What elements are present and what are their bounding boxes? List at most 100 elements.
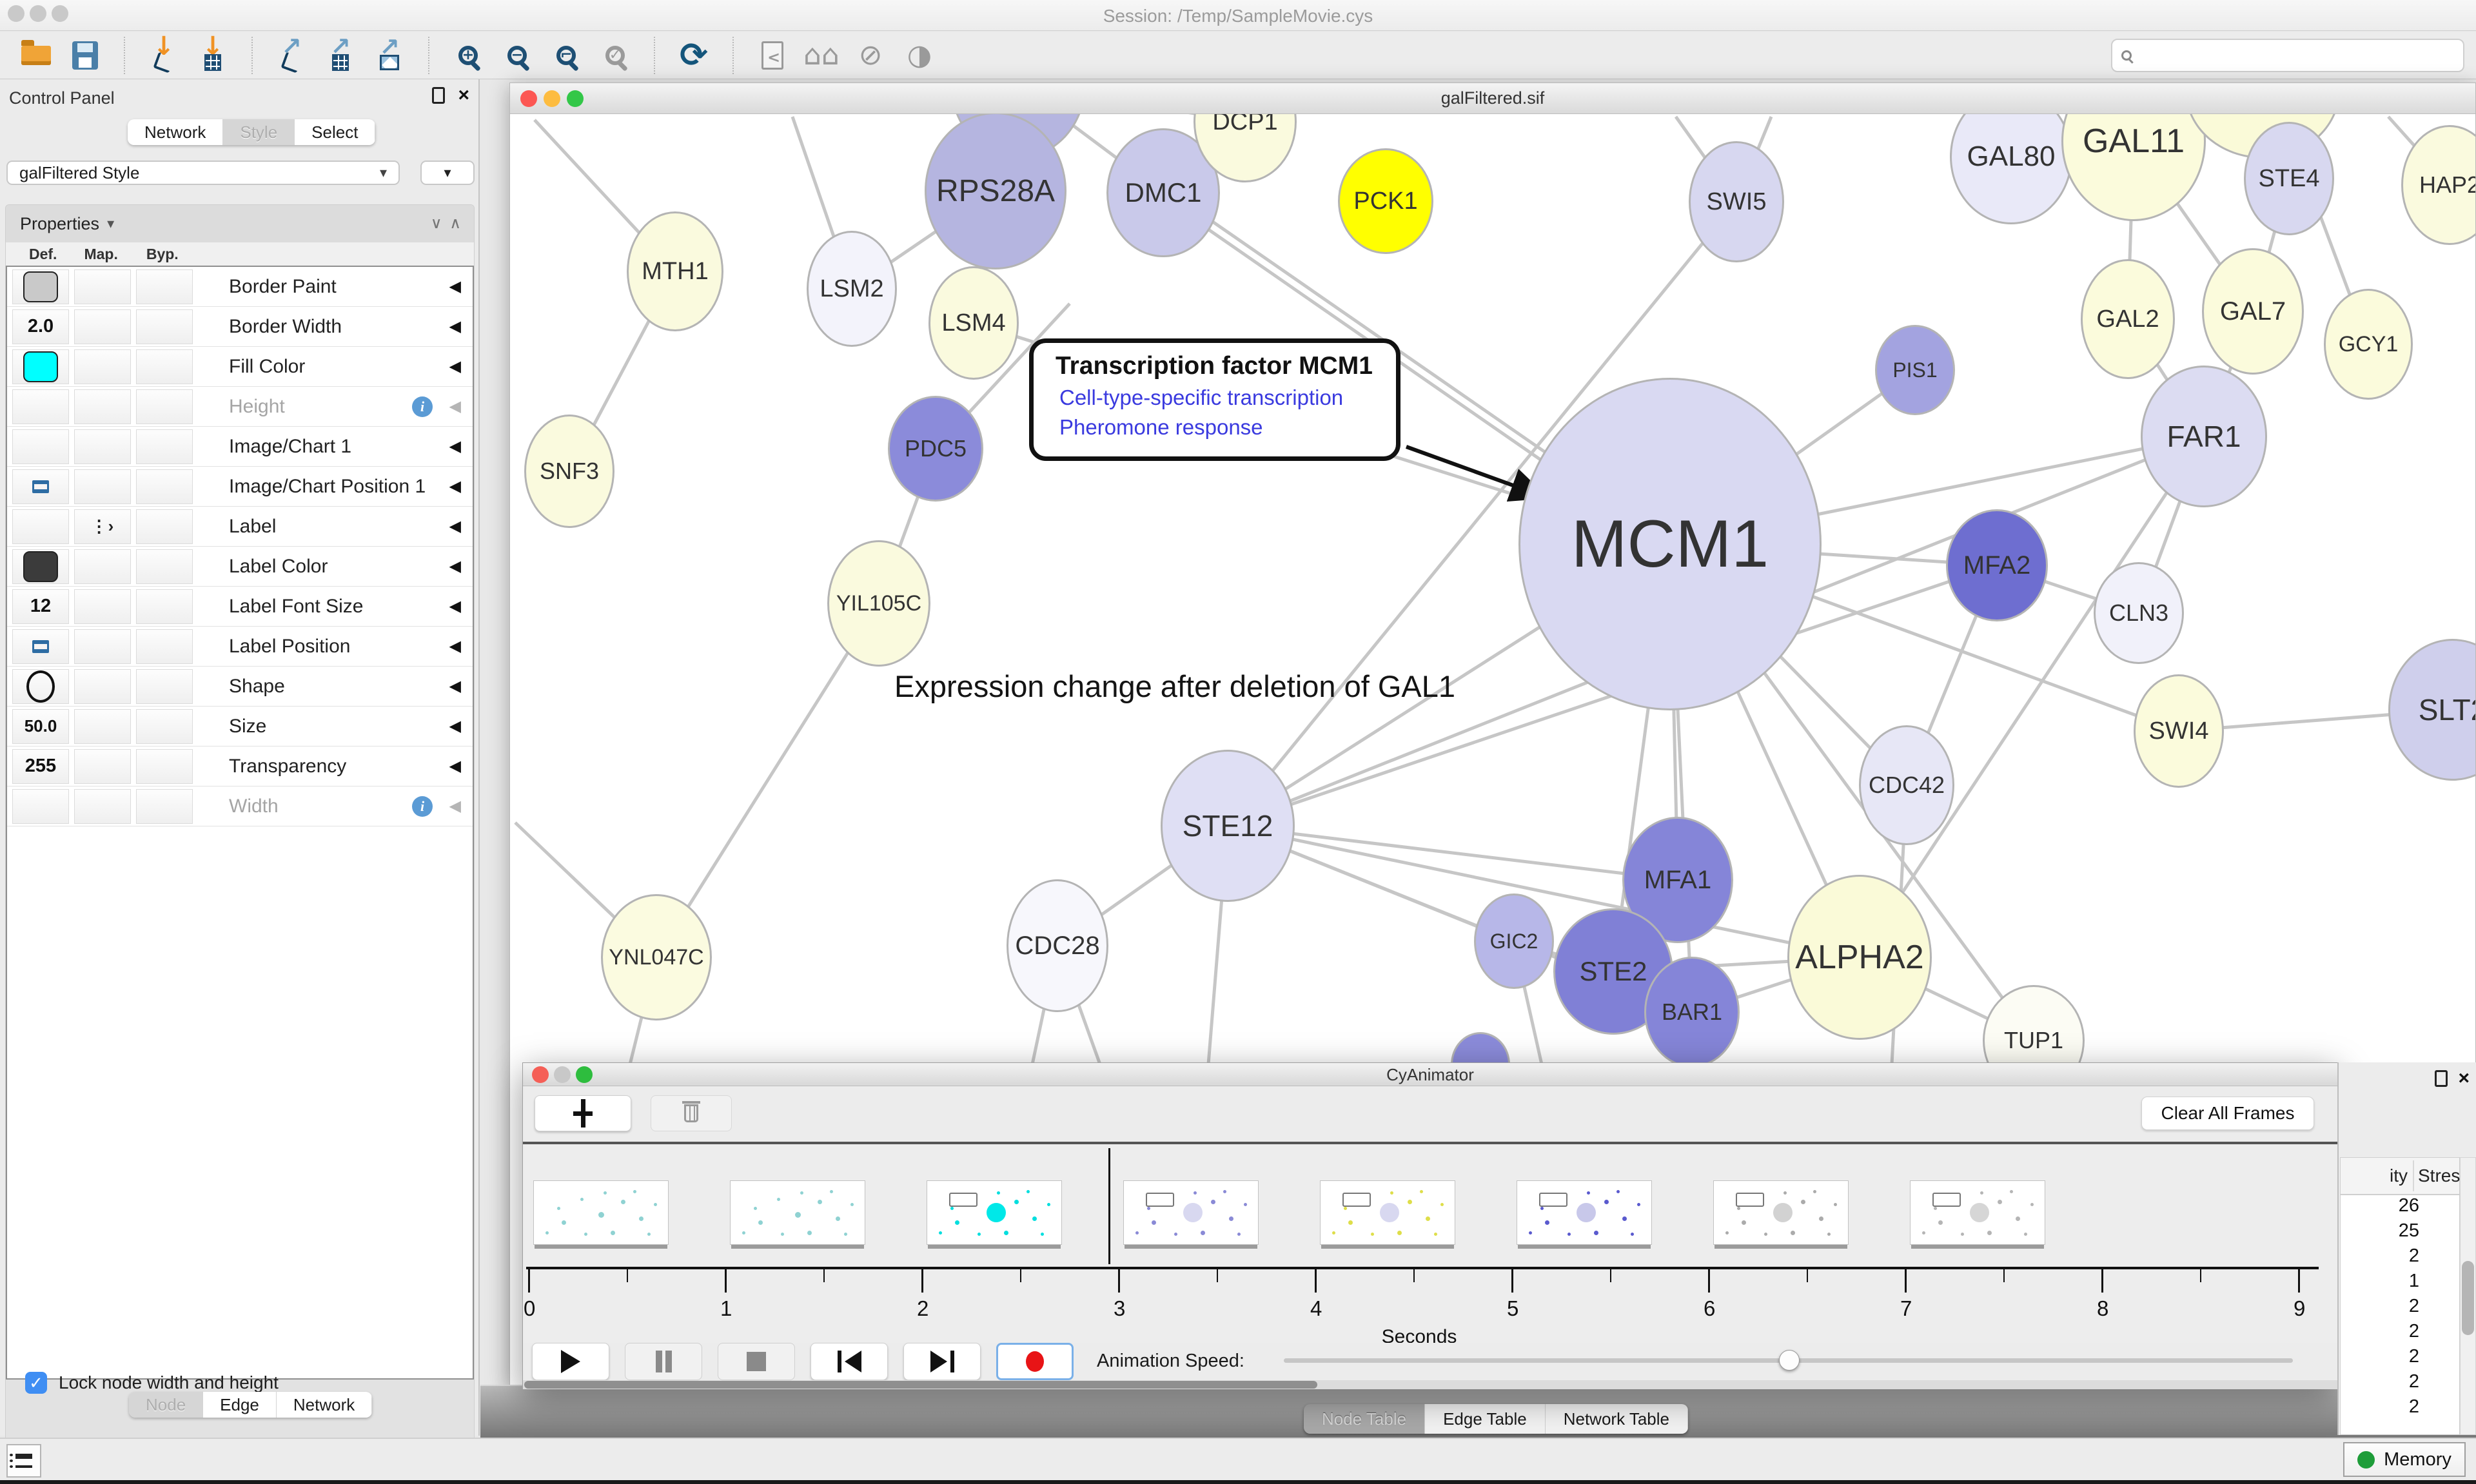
cell-map[interactable] (74, 549, 131, 584)
property-row[interactable]: Shape◀ (7, 667, 473, 707)
style-options-button[interactable]: ▾ (420, 161, 475, 185)
skip-to-start-button[interactable] (811, 1343, 888, 1380)
property-row[interactable]: 12Label Font Size◀ (7, 587, 473, 627)
node-bar1[interactable]: BAR1 (1644, 957, 1740, 1068)
frame-thumbnail[interactable] (533, 1180, 669, 1245)
cell-map[interactable] (74, 669, 131, 704)
property-row[interactable]: Heighti◀ (7, 387, 473, 427)
hscrollbar-thumb[interactable] (524, 1381, 1317, 1389)
property-row[interactable]: Label Position◀ (7, 627, 473, 667)
cell-byp[interactable] (136, 389, 193, 424)
cell-byp[interactable] (136, 589, 193, 624)
export-image-icon[interactable]: ↗ (371, 36, 408, 75)
cell-byp[interactable] (136, 509, 193, 544)
cell-def[interactable]: 2.0 (12, 309, 69, 344)
panel-float-icon[interactable] (2435, 1070, 2448, 1087)
frame-thumbnail[interactable] (927, 1180, 1062, 1245)
tab-network[interactable]: Network (277, 1392, 372, 1418)
memory-button[interactable]: Memory (2343, 1442, 2466, 1477)
node-swi4[interactable]: SWI4 (2134, 674, 2224, 788)
skip-to-end-button[interactable] (903, 1343, 981, 1380)
timeline[interactable]: 0123456789 Seconds (523, 1144, 2337, 1343)
network-edge[interactable] (656, 603, 879, 957)
expand-all-icon[interactable]: ∨∨ (431, 219, 441, 228)
cell-byp[interactable] (136, 709, 193, 744)
node-ynl047c[interactable]: YNL047C (601, 894, 712, 1020)
frame-thumbnail[interactable] (1320, 1180, 1455, 1245)
expand-arrow-icon[interactable]: ◀ (449, 437, 461, 456)
open-folder-icon[interactable] (18, 36, 54, 75)
save-session-icon[interactable] (67, 36, 103, 75)
tab-edge-table[interactable]: Edge Table (1425, 1404, 1546, 1434)
vscrollbar-thumb[interactable] (2462, 1261, 2474, 1335)
tab-edge[interactable]: Edge (203, 1392, 277, 1418)
cell-map[interactable] (74, 469, 131, 504)
animation-speed-slider[interactable] (1284, 1358, 2293, 1363)
property-row[interactable]: Image/Chart Position 1◀ (7, 467, 473, 507)
node-swi5[interactable]: SWI5 (1689, 141, 1784, 262)
annotation-box[interactable]: Transcription factor MCM1 Cell-type-spec… (1029, 338, 1400, 461)
cell-byp[interactable] (136, 749, 193, 784)
task-list-button[interactable] (6, 1444, 41, 1478)
cell-def[interactable] (12, 429, 69, 464)
expand-arrow-icon[interactable]: ◀ (449, 317, 461, 336)
expand-arrow-icon[interactable]: ◀ (449, 277, 461, 296)
expand-arrow-icon[interactable]: ◀ (449, 797, 461, 815)
network-window-titlebar[interactable]: galFiltered.sif (510, 83, 2475, 114)
node-rps28a[interactable]: RPS28A (925, 114, 1066, 269)
cell-byp[interactable] (136, 469, 193, 504)
cell-byp[interactable] (136, 429, 193, 464)
cell-def[interactable] (12, 629, 69, 664)
zoom-in-icon[interactable]: + (450, 36, 486, 75)
node-mcm1[interactable]: MCM1 (1518, 378, 1822, 710)
tab-style[interactable]: Style (223, 119, 295, 145)
expand-arrow-icon[interactable]: ◀ (449, 677, 461, 696)
frame-thumbnail[interactable] (730, 1180, 865, 1245)
delete-frame-button[interactable] (651, 1095, 732, 1131)
frame-thumbnail[interactable] (1517, 1180, 1652, 1245)
node-gal7[interactable]: GAL7 (2202, 248, 2304, 375)
property-row[interactable]: 50.0Size◀ (7, 707, 473, 747)
node-lsm4[interactable]: LSM4 (928, 266, 1019, 380)
expand-arrow-icon[interactable]: ◀ (449, 357, 461, 376)
record-button[interactable] (996, 1343, 1074, 1380)
collapse-all-icon[interactable]: ∧∧ (449, 219, 460, 228)
property-row[interactable]: Label Color◀ (7, 547, 473, 587)
node-cdc28[interactable]: CDC28 (1007, 879, 1108, 1012)
cell-def[interactable] (12, 669, 69, 704)
zoom-fit-icon[interactable]: ⌐ (548, 36, 584, 75)
tab-network-table[interactable]: Network Table (1546, 1404, 1688, 1434)
cell-byp[interactable] (136, 549, 193, 584)
node-snf3[interactable]: SNF3 (524, 415, 614, 528)
frame-thumbnail[interactable] (1123, 1180, 1259, 1245)
property-row[interactable]: Widthi◀ (7, 786, 473, 826)
tab-node-table[interactable]: Node Table (1304, 1404, 1425, 1434)
node-mth1[interactable]: MTH1 (627, 211, 723, 331)
cell-def[interactable] (12, 389, 69, 424)
frame-thumbnail[interactable] (1910, 1180, 2045, 1245)
node-yil105c[interactable]: YIL105C (827, 540, 930, 667)
cell-byp[interactable] (136, 269, 193, 304)
node-cdc42[interactable]: CDC42 (1859, 725, 1954, 845)
cyanimator-titlebar[interactable]: CyAnimator (523, 1063, 2337, 1086)
property-row[interactable]: 255Transparency◀ (7, 747, 473, 786)
stop-button[interactable] (718, 1343, 795, 1380)
cell-byp[interactable] (136, 309, 193, 344)
node-gic2[interactable]: GIC2 (1474, 893, 1554, 989)
timeline-playhead[interactable] (1108, 1148, 1110, 1264)
panel-close-icon[interactable]: × (458, 84, 469, 106)
property-row[interactable]: Fill Color◀ (7, 347, 473, 387)
annotation-link[interactable]: Pheromone response (1059, 415, 1396, 440)
cell-map[interactable] (74, 349, 131, 384)
expand-arrow-icon[interactable]: ◀ (449, 477, 461, 496)
cell-byp[interactable] (136, 669, 193, 704)
import-network-icon[interactable]: ↓ (146, 36, 182, 75)
cell-def[interactable]: 255 (12, 749, 69, 784)
property-row[interactable]: ⋮›Label◀ (7, 507, 473, 547)
cell-def[interactable] (12, 469, 69, 504)
node-far1[interactable]: FAR1 (2141, 366, 2267, 507)
expand-arrow-icon[interactable]: ◀ (449, 757, 461, 776)
tab-network[interactable]: Network (128, 119, 223, 145)
export-table-icon[interactable]: ↗ (322, 36, 359, 75)
search-input[interactable] (2111, 39, 2464, 72)
